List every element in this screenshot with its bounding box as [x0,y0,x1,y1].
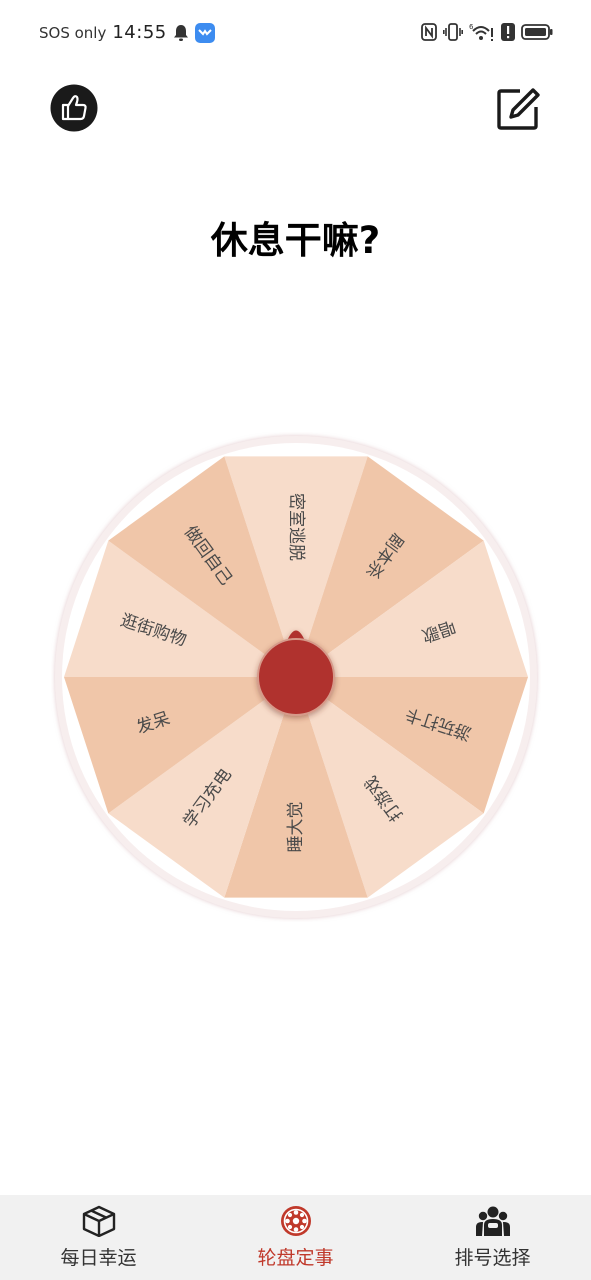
nav-item-daily-luck[interactable]: 每日幸运 [0,1195,197,1280]
thumbs-up-icon [50,84,98,132]
nav-label: 每日幸运 [60,1247,137,1269]
nav-label: 排号选择 [454,1247,531,1269]
nav-item-queue[interactable]: 排号选择 [394,1195,591,1280]
nav-item-wheel[interactable]: 轮盘定事 [197,1195,394,1280]
edit-button[interactable] [496,85,544,133]
wheel-segment-label: 睡大觉 [286,802,306,853]
wheel-icon [281,1206,311,1236]
bottom-nav: 每日幸运 轮盘定事 排号选择 [0,1195,591,1280]
like-button[interactable] [50,84,98,132]
carrier-text: SOS only [39,23,107,42]
nfc-icon [421,23,437,41]
page-title: 休息干嘛? [210,219,381,262]
spin-wheel[interactable]: 密室逃脱 剧本杀唱歌游玩打卡打游戏睡大觉学习充电发呆逛街购物做回自己 [51,432,541,922]
edit-icon [497,88,540,130]
box-icon [82,1205,116,1237]
bell-icon [173,24,188,41]
nav-label: 轮盘定事 [257,1247,334,1269]
vibrate-icon [443,23,463,41]
group-icon [476,1206,510,1236]
alert-icon [501,23,515,41]
app-notification-icon [194,22,215,43]
clock: 14:55 [112,22,167,43]
wheel-segment-label: 密室逃脱 [286,493,306,561]
battery-icon [521,24,553,40]
wifi-icon: 6 [469,23,493,41]
status-bar: SOS only 14:55 6 [0,0,591,66]
